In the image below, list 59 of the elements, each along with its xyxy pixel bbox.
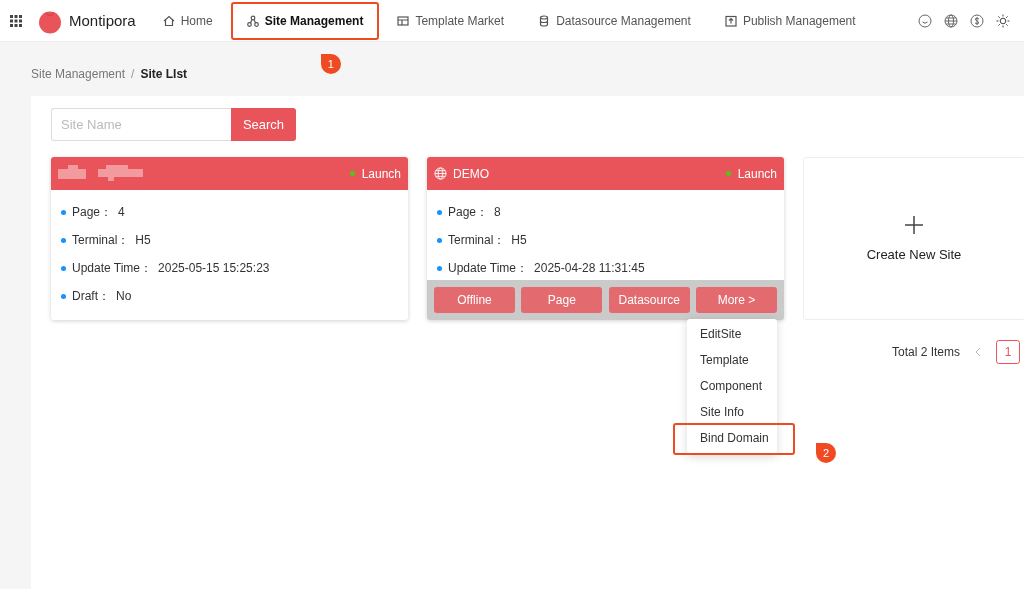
field-label: Page： xyxy=(72,203,113,221)
dollar-icon[interactable] xyxy=(970,13,984,28)
bullet-dot xyxy=(437,265,442,271)
bullet-dot xyxy=(61,237,66,243)
bullet-dot xyxy=(437,237,442,243)
bullet-dot xyxy=(61,293,66,299)
menu-item[interactable]: Template xyxy=(687,347,777,373)
field-value: 2025-05-15 15:25:23 xyxy=(158,261,270,275)
breadcrumb-item[interactable]: Site Management xyxy=(31,67,126,81)
bullet-dot xyxy=(61,265,66,271)
field-label: Page： xyxy=(448,203,489,221)
bullet-dot xyxy=(61,209,66,215)
field-label: Update Time： xyxy=(72,259,153,277)
apps-grid-icon[interactable] xyxy=(10,14,22,27)
database-icon xyxy=(538,14,551,27)
field-label: Update Time： xyxy=(448,259,529,277)
globe-icon[interactable] xyxy=(944,13,958,28)
status-label: Launch xyxy=(361,166,401,181)
nav-tab[interactable]: Datasource Management xyxy=(524,3,705,38)
status-label: Launch xyxy=(737,166,777,181)
menu-item[interactable]: EditSite xyxy=(687,321,777,347)
field-label: Draft： xyxy=(72,287,110,305)
nav-tab[interactable]: Template Market xyxy=(383,3,519,38)
search-field[interactable]: Site Name xyxy=(51,108,231,141)
field-value: 2025-04-28 11:31:45 xyxy=(534,261,645,275)
field-value: H5 xyxy=(135,233,151,247)
breadcrumb-separator: / xyxy=(131,67,135,81)
plus-icon xyxy=(904,215,924,235)
field-value: No xyxy=(116,289,132,303)
create-site-label: Create New Site xyxy=(866,247,962,262)
menu-item[interactable]: Component xyxy=(687,373,777,399)
total-items-label: Total 2 Items xyxy=(891,345,960,359)
nav-tab[interactable]: Home xyxy=(148,3,227,38)
upload-icon xyxy=(724,14,737,27)
field-value: 8 xyxy=(494,205,501,219)
status-dot xyxy=(725,171,731,176)
status-dot xyxy=(349,171,355,176)
menu-item[interactable]: Site Info xyxy=(687,399,777,425)
brand-name: Montipora xyxy=(69,12,136,29)
nav-tab[interactable]: Publish Management xyxy=(710,3,870,38)
nav-tab[interactable]: Site Management xyxy=(232,3,378,38)
field-label: Terminal： xyxy=(448,231,506,249)
site-title: DEMO xyxy=(453,166,489,181)
field-label: Terminal： xyxy=(72,231,130,249)
field-value: 4 xyxy=(118,205,125,219)
nodes-icon xyxy=(246,14,259,27)
smiley-icon[interactable] xyxy=(918,13,932,28)
sun-icon[interactable] xyxy=(996,13,1010,28)
field-value: H5 xyxy=(511,233,527,247)
layout-icon xyxy=(397,14,410,27)
home-icon xyxy=(162,14,175,27)
bullet-dot xyxy=(437,209,442,215)
page-number-button[interactable]: 1 xyxy=(996,340,1020,364)
menu-item[interactable]: Bind Domain xyxy=(687,425,777,451)
search-button[interactable]: Search xyxy=(231,108,296,141)
step-marker: 2 xyxy=(816,443,836,463)
breadcrumb-item: Site LIst xyxy=(140,67,188,81)
step-marker: 1 xyxy=(320,53,341,74)
create-site-card[interactable]: Create New Site xyxy=(803,157,1024,320)
